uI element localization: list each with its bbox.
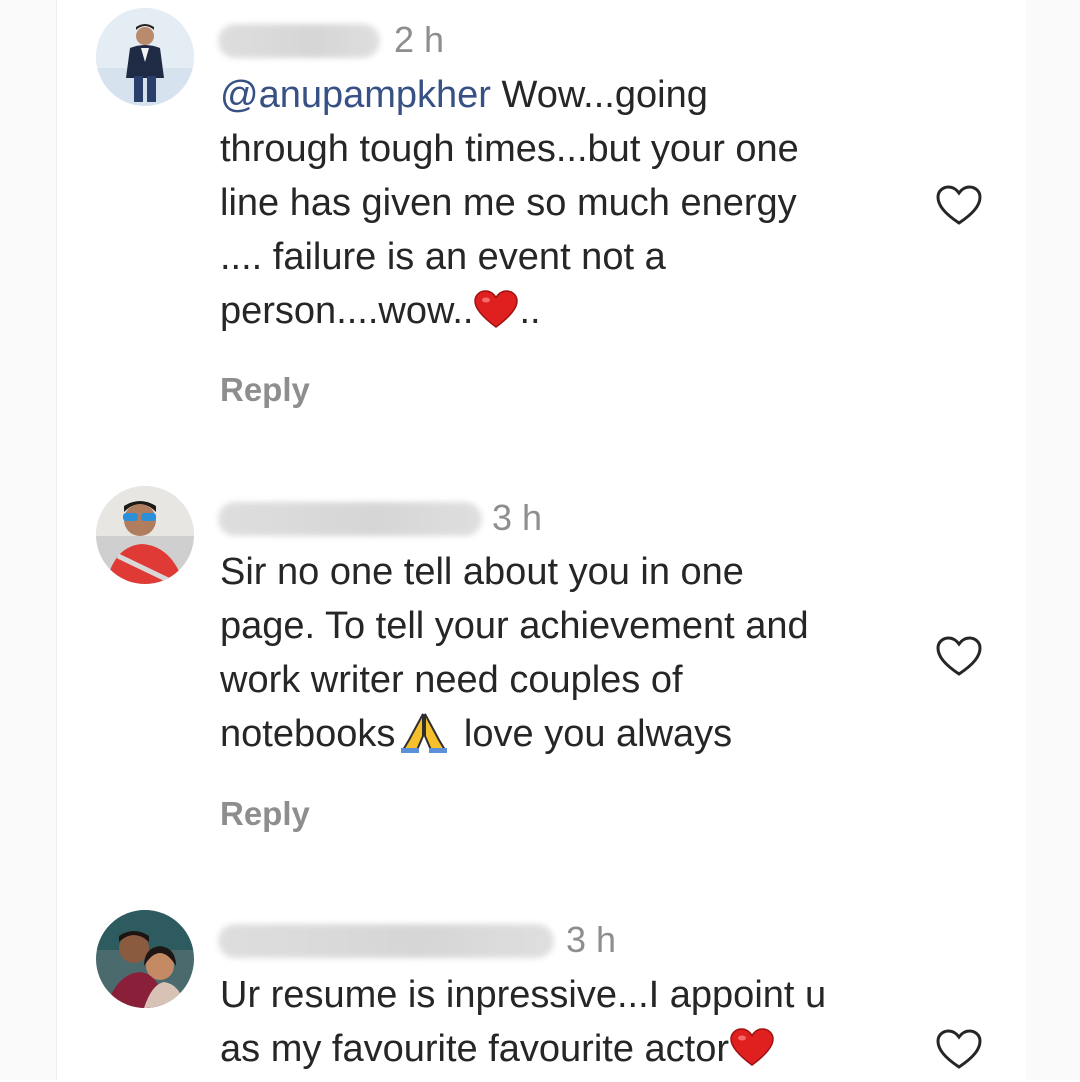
comment-text-line: Wow...going: [490, 74, 708, 116]
comment-text-line: as my favourite favourite actor: [220, 1028, 729, 1070]
comment-text: @anupampkher Wow...going through tough t…: [220, 68, 910, 344]
reply-button[interactable]: Reply: [220, 792, 310, 836]
blurred-username: [218, 24, 380, 58]
comment-text-line: person....wow..: [220, 290, 474, 332]
comment-text-line: .... failure is an event not a: [220, 236, 666, 278]
avatar[interactable]: [96, 8, 194, 106]
mention-link[interactable]: @anupampkher: [220, 74, 491, 116]
blurred-username: [218, 502, 482, 536]
avatar[interactable]: [96, 910, 194, 1008]
comment-text: Sir no one tell about you in one page. T…: [220, 545, 910, 769]
comment-text-suffix: love you always: [453, 713, 733, 755]
comment-text-suffix: ..: [519, 290, 541, 332]
folded-hands-emoji-icon: [399, 710, 449, 769]
comment-text-line: work writer need couples of: [220, 659, 683, 701]
blurred-username: [218, 924, 554, 958]
like-heart-icon[interactable]: [934, 633, 984, 679]
comment-text-line: Ur resume is inpressive...I appoint u: [220, 974, 827, 1016]
comment-text-line: Sir no one tell about you in one: [220, 551, 744, 593]
comment-timestamp: 2 h: [394, 19, 445, 60]
comment-timestamp: 3 h: [492, 497, 543, 538]
comment-text-line: line has given me so much energy: [220, 182, 797, 224]
right-page-edge: [1026, 0, 1080, 1080]
reply-button[interactable]: Reply: [220, 368, 310, 412]
comment-text: Ur resume is inpressive...I appoint u as…: [220, 968, 910, 1082]
red-heart-emoji-icon: [729, 1027, 775, 1082]
comment-text-line: page. To tell your achievement and: [220, 605, 809, 647]
comment-timestamp: 3 h: [566, 919, 617, 960]
comment-text-line: notebooks: [220, 713, 396, 755]
like-heart-icon[interactable]: [934, 182, 984, 228]
like-heart-icon[interactable]: [934, 1026, 984, 1072]
avatar[interactable]: [96, 486, 194, 584]
red-heart-emoji-icon: [473, 289, 519, 344]
comment-text-line: through tough times...but your one: [220, 128, 799, 170]
left-page-edge: [0, 0, 57, 1080]
